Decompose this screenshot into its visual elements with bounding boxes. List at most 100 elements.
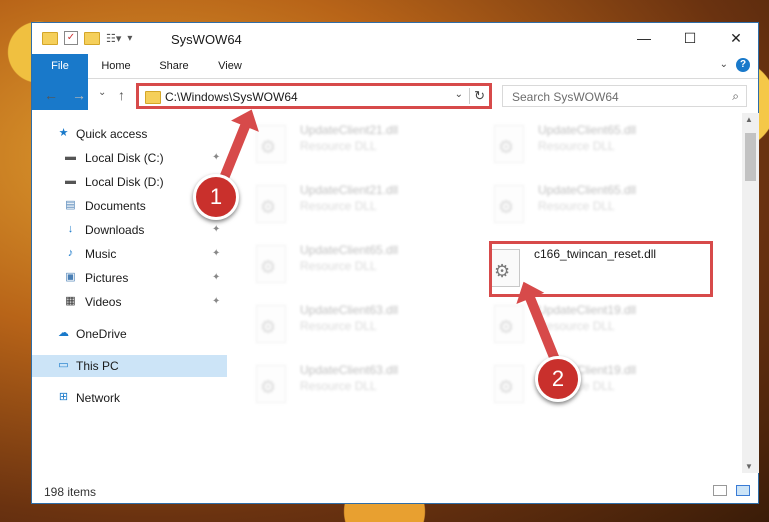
sidebar-item-label: Documents — [85, 199, 146, 213]
recent-locations-button[interactable]: ⌄ — [98, 87, 106, 98]
network-icon: ⊞ — [58, 391, 69, 403]
sidebar-item-label: Network — [76, 391, 121, 405]
scroll-up-icon[interactable]: ▲ — [745, 115, 753, 124]
dll-file-icon: ⚙ — [256, 305, 286, 343]
videos-icon: ▦ — [65, 295, 76, 307]
dll-file-icon: ⚙ — [256, 365, 286, 403]
dll-file-icon: ⚙ — [494, 365, 524, 403]
vertical-scrollbar[interactable]: ▲ ▼ — [742, 113, 759, 473]
file-name: UpdateClient63.dll — [300, 363, 399, 377]
tab-home[interactable]: Home — [94, 54, 138, 78]
sidebar-item-label: Pictures — [85, 271, 129, 285]
expand-ribbon-icon[interactable]: ⌄ — [720, 59, 728, 70]
sidebar-item-label: Music — [85, 247, 117, 261]
file-explorer-window: ✓ ☷▾ ▾ SysWOW64 — ☐ ✕ File Home Share Vi… — [31, 22, 759, 504]
file-type: Resource DLL — [300, 319, 377, 333]
list-item[interactable]: ⚙ UpdateClient19.dll Resource DLL — [466, 293, 696, 349]
tab-view[interactable]: View — [210, 54, 250, 78]
file-name: UpdateClient63.dll — [300, 303, 399, 317]
star-icon: ★ — [58, 127, 69, 139]
file-list: ⚙ UpdateClient21.dll Resource DLL ⚙ Upda… — [228, 113, 742, 473]
maximize-button[interactable]: ☐ — [667, 23, 713, 54]
pin-icon[interactable]: ✦ — [212, 147, 220, 169]
file-name: UpdateClient19.dll — [538, 303, 637, 317]
list-item[interactable]: ⚙ UpdateClient65.dll Resource DLL — [466, 173, 696, 229]
close-button[interactable]: ✕ — [713, 23, 759, 54]
search-box[interactable]: Search SysWOW64 ⌕ — [502, 85, 747, 107]
tab-share[interactable]: Share — [152, 54, 196, 78]
address-bar[interactable]: C:\Windows\SysWOW64 ⌄ ↻ — [136, 83, 492, 109]
pictures-icon: ▣ — [65, 271, 76, 283]
step-badge-1: 1 — [193, 174, 239, 220]
music-icon: ♪ — [67, 247, 74, 259]
refresh-icon[interactable]: ↻ — [469, 88, 485, 104]
sidebar-item-label: OneDrive — [76, 327, 127, 341]
new-folder-icon[interactable] — [84, 31, 100, 45]
item-count: 198 items — [44, 485, 97, 499]
list-item[interactable]: ⚙ UpdateClient19.dll Resource DLL — [466, 353, 696, 409]
dll-file-icon: ⚙ — [256, 125, 286, 163]
back-button[interactable]: ← — [44, 87, 58, 103]
search-input[interactable]: Search SysWOW64 — [512, 90, 619, 104]
file-name: UpdateClient21.dll — [300, 123, 399, 137]
sidebar-item-this-pc[interactable]: ▭ This PC — [32, 355, 227, 377]
list-item[interactable]: ⚙ UpdateClient21.dll Resource DLL — [228, 173, 458, 229]
dll-file-icon: ⚙ — [494, 305, 524, 343]
navigation-bar: ← → ⌄ ↑ C:\Windows\SysWOW64 ⌄ ↻ Search S… — [32, 79, 758, 112]
sidebar-item-downloads[interactable]: ↓ Downloads ✦ — [32, 219, 227, 241]
list-item[interactable]: ⚙ UpdateClient65.dll Resource DLL — [228, 233, 458, 289]
sidebar-item-label: Local Disk (D:) — [85, 175, 164, 189]
sidebar-item-pictures[interactable]: ▣ Pictures ✦ — [32, 267, 227, 289]
scrollbar-thumb[interactable] — [745, 133, 756, 181]
help-icon[interactable]: ? — [736, 58, 750, 72]
list-item[interactable]: ⚙ UpdateClient63.dll Resource DLL — [228, 353, 458, 409]
file-type: Resource DLL — [300, 199, 377, 213]
file-type: Resource DLL — [538, 199, 615, 213]
address-dropdown-icon[interactable]: ⌄ — [455, 89, 463, 100]
drive-icon: ▬ — [65, 151, 76, 163]
cloud-icon: ☁ — [58, 327, 69, 339]
view-icon[interactable]: ☷▾ — [106, 32, 121, 45]
folder-icon[interactable] — [42, 31, 58, 45]
forward-button[interactable]: → — [72, 87, 86, 103]
up-button[interactable]: ↑ — [118, 87, 125, 103]
sidebar-item-label: Downloads — [85, 223, 145, 237]
dll-file-icon: ⚙ — [256, 185, 286, 223]
address-path[interactable]: C:\Windows\SysWOW64 — [165, 90, 298, 104]
large-icons-view-icon[interactable] — [736, 485, 750, 496]
minimize-button[interactable]: — — [621, 23, 667, 54]
scroll-down-icon[interactable]: ▼ — [745, 462, 753, 471]
sidebar-item-label: Quick access — [76, 127, 148, 141]
status-bar: 198 items — [32, 477, 758, 503]
list-item[interactable]: ⚙ UpdateClient65.dll Resource DLL — [466, 113, 696, 169]
sidebar-item-music[interactable]: ♪ Music ✦ — [32, 243, 227, 265]
pin-icon[interactable]: ✦ — [212, 243, 220, 265]
sidebar-item-videos[interactable]: ▦ Videos ✦ — [32, 291, 227, 313]
file-name: UpdateClient65.dll — [538, 123, 637, 137]
details-view-icon[interactable] — [713, 485, 727, 496]
pin-icon[interactable]: ✦ — [212, 267, 220, 289]
sidebar-item-local-disk-c[interactable]: ▬ Local Disk (C:) ✦ — [32, 147, 227, 169]
sidebar-item-quick-access[interactable]: ★ Quick access — [32, 123, 227, 145]
title-bar: ✓ ☷▾ ▾ SysWOW64 — ☐ ✕ — [32, 23, 758, 54]
sidebar-item-network[interactable]: ⊞ Network — [32, 387, 227, 409]
pin-icon[interactable]: ✦ — [212, 219, 220, 241]
dll-file-icon: ⚙ — [494, 185, 524, 223]
file-name: UpdateClient65.dll — [300, 243, 399, 257]
customize-toolbar-icon[interactable]: ▾ — [127, 33, 132, 44]
pin-icon[interactable]: ✦ — [212, 291, 220, 313]
sidebar-item-label: Videos — [85, 295, 122, 309]
navigation-pane: ★ Quick access ▬ Local Disk (C:) ✦ ▬ Loc… — [32, 113, 227, 473]
folder-icon — [145, 91, 161, 104]
file-type: Resource DLL — [538, 319, 615, 333]
ribbon-tabs: File Home Share View ⌄ ? — [32, 54, 758, 110]
file-type: Resource DLL — [300, 379, 377, 393]
file-type: Resource DLL — [300, 139, 377, 153]
file-name: UpdateClient65.dll — [538, 183, 637, 197]
list-item[interactable]: ⚙ UpdateClient63.dll Resource DLL — [228, 293, 458, 349]
properties-icon[interactable]: ✓ — [64, 31, 78, 45]
sidebar-item-onedrive[interactable]: ☁ OneDrive — [32, 323, 227, 345]
drive-icon: ▬ — [65, 175, 76, 187]
search-icon[interactable]: ⌕ — [732, 89, 739, 104]
sidebar-item-label: This PC — [76, 359, 119, 373]
